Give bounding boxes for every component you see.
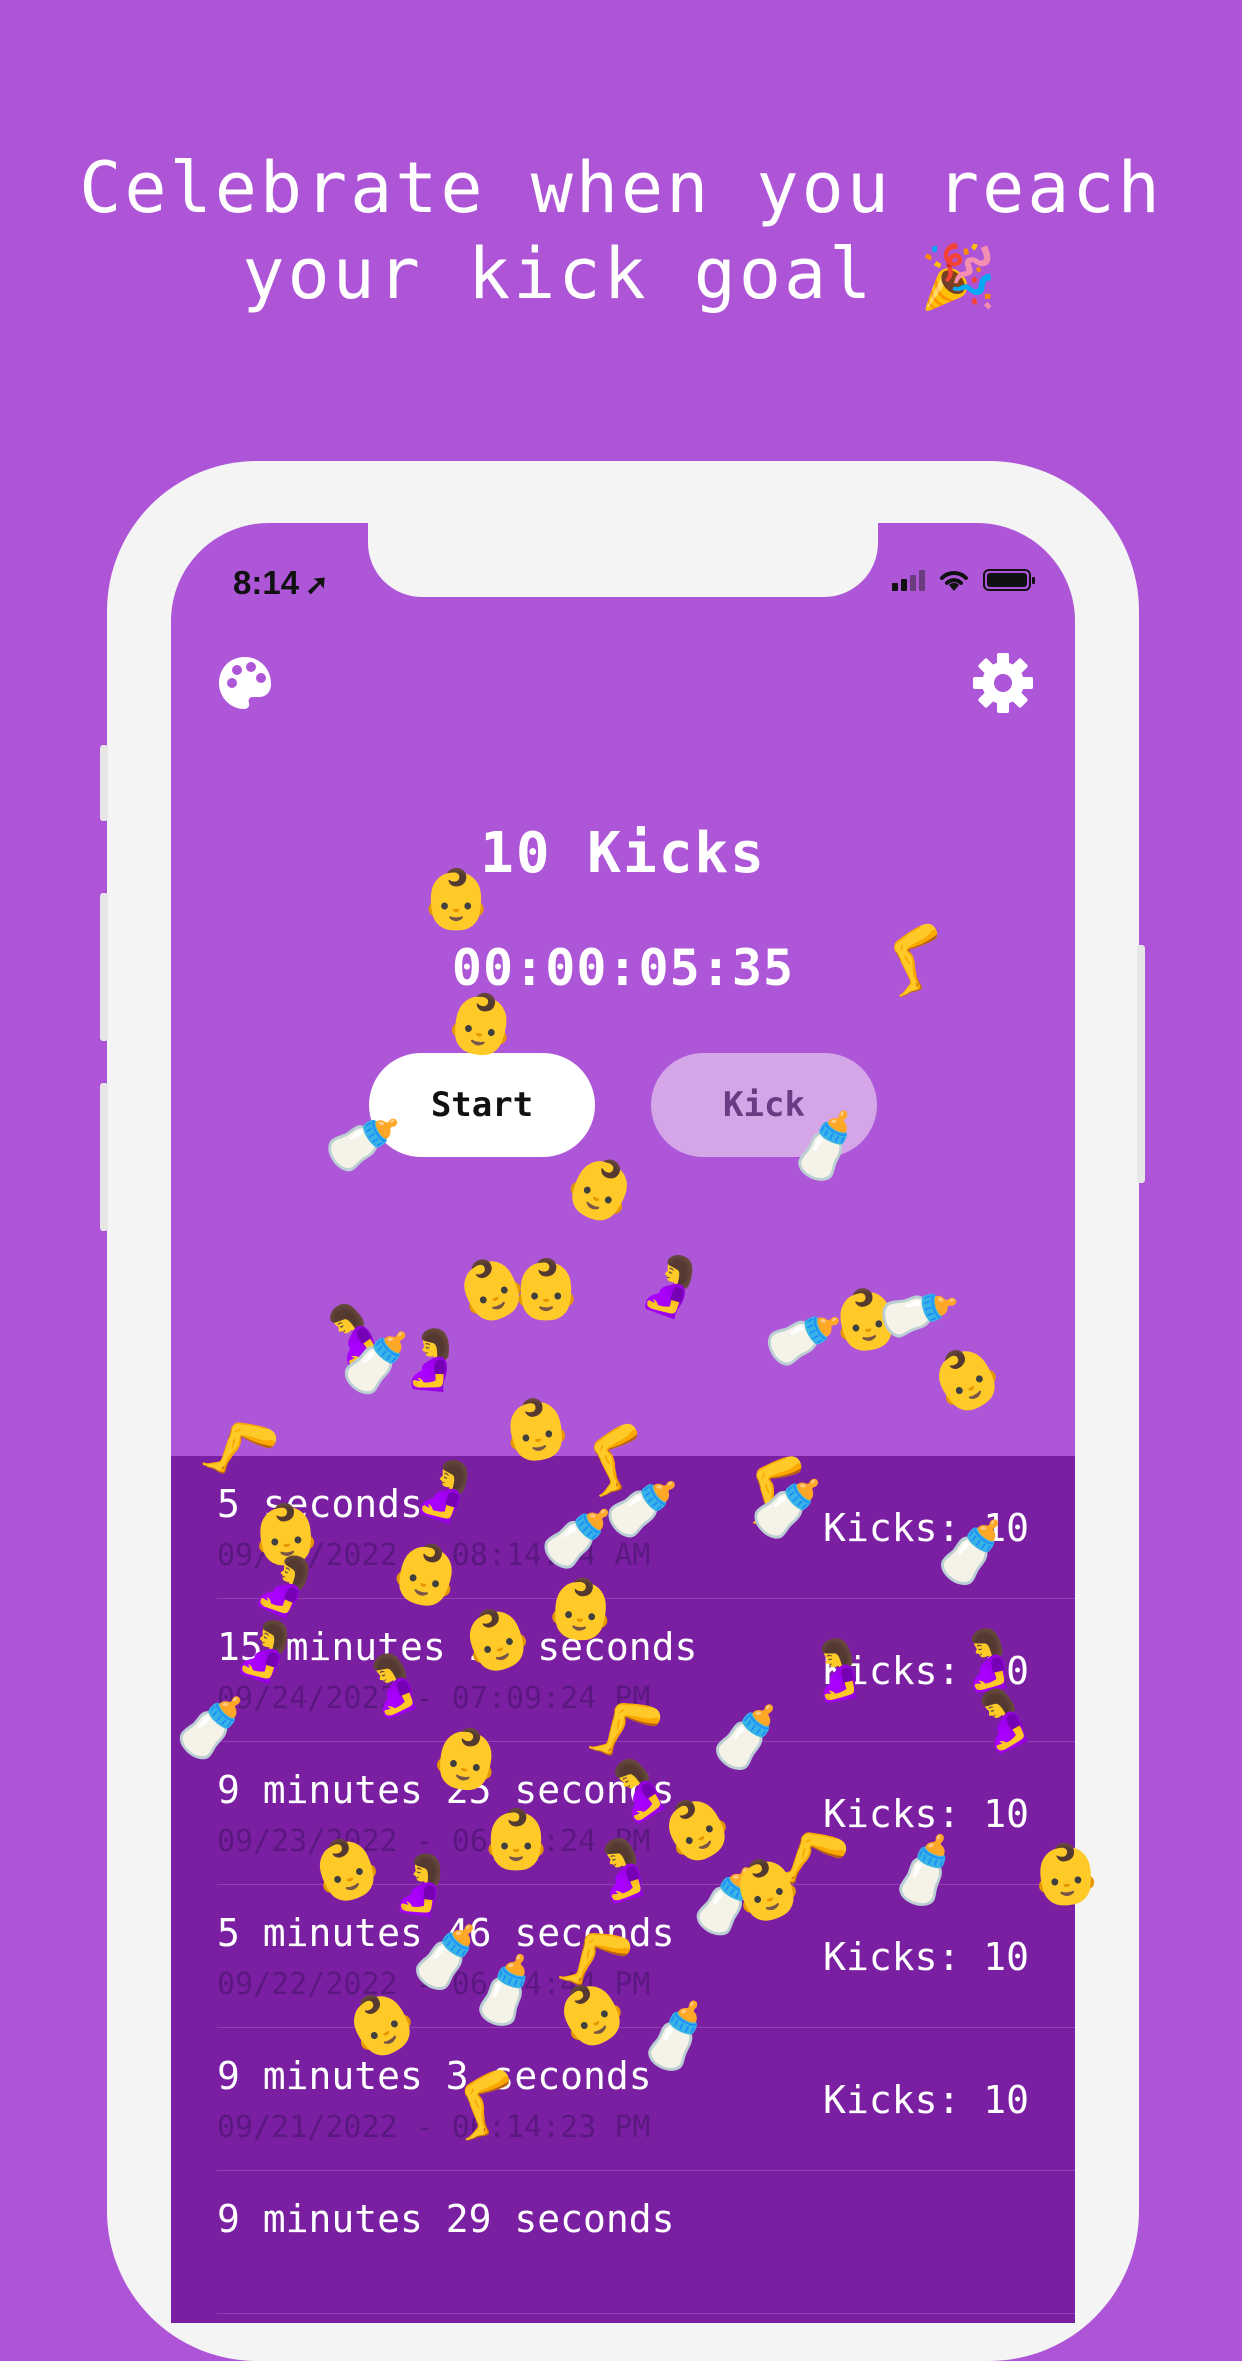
gear-icon[interactable]	[971, 651, 1035, 715]
session-kicks: Kicks: 10	[823, 1792, 1029, 1836]
session-date: 09/23/2022 - 06:51:24 PM	[217, 1824, 651, 1859]
session-duration: 5 seconds	[217, 1482, 423, 1526]
session-date: 09/22/2022 - 06:14:44 PM	[217, 1967, 651, 2002]
list-item[interactable]: 9 minutes 29 seconds	[217, 2171, 1075, 2314]
session-history-list[interactable]: 5 seconds 09/25/2022 - 08:14:04 AM Kicks…	[171, 1456, 1075, 2323]
kick-count-title: 10 Kicks	[480, 821, 766, 886]
phone-screen: 8:14 ➚ 10 Kicks 00:00:05:35 Start Kick 5…	[171, 523, 1075, 2323]
list-item[interactable]: 9 minutes 25 seconds 09/23/2022 - 06:51:…	[217, 1742, 1075, 1885]
power-button	[1137, 945, 1145, 1183]
kick-button[interactable]: Kick	[651, 1053, 877, 1157]
headline-line-1: Celebrate when you reach	[79, 147, 1163, 229]
cellular-signal-icon	[892, 569, 925, 591]
volume-down-button	[100, 1083, 108, 1231]
list-item[interactable]: 5 minutes 46 seconds 09/22/2022 - 06:14:…	[217, 1885, 1075, 2028]
battery-icon	[983, 569, 1035, 591]
volume-up-button	[100, 893, 108, 1041]
session-duration: 9 minutes 29 seconds	[217, 2197, 675, 2241]
status-icons	[892, 567, 1035, 593]
session-kicks: Kicks: 10	[823, 2078, 1029, 2122]
headline-line-2-text: your kick goal	[242, 233, 875, 315]
session-duration: 9 minutes 3 seconds	[217, 2054, 652, 2098]
session-date: 09/25/2022 - 08:14:04 AM	[217, 1538, 651, 1573]
session-duration: 15 minutes 28 seconds	[217, 1625, 698, 1669]
wifi-icon	[940, 571, 968, 591]
list-item[interactable]: 5 seconds 09/25/2022 - 08:14:04 AM Kicks…	[217, 1456, 1075, 1599]
session-date: 09/24/2022 - 07:09:24 PM	[217, 1681, 651, 1716]
session-duration: 9 minutes 25 seconds	[217, 1768, 675, 1812]
notch	[368, 523, 878, 597]
session-duration: 5 minutes 46 seconds	[217, 1911, 675, 1955]
list-item[interactable]: 15 minutes 28 seconds 09/24/2022 - 07:09…	[217, 1599, 1075, 1742]
location-arrow-icon: ➚	[305, 569, 329, 600]
session-kicks: Kicks: 10	[823, 1935, 1029, 1979]
palette-icon[interactable]	[215, 653, 275, 713]
headline-line-2: your kick goal 🎉	[0, 231, 1242, 320]
session-kicks: Kicks: 10	[823, 1506, 1029, 1550]
session-kicks: Kicks: 10	[823, 1649, 1029, 1693]
party-popper-icon: 🎉	[919, 240, 1000, 313]
list-item[interactable]: 9 minutes 3 seconds 09/21/2022 - 06:14:2…	[217, 2028, 1075, 2171]
status-time-text: 8:14	[233, 564, 300, 601]
session-timer: 00:00:05:35	[451, 939, 795, 997]
status-time: 8:14 ➚	[233, 564, 329, 602]
session-date: 09/21/2022 - 06:14:23 PM	[217, 2110, 651, 2145]
headline: Celebrate when you reach your kick goal …	[0, 145, 1242, 320]
mute-switch	[100, 745, 108, 821]
start-button[interactable]: Start	[369, 1053, 595, 1157]
